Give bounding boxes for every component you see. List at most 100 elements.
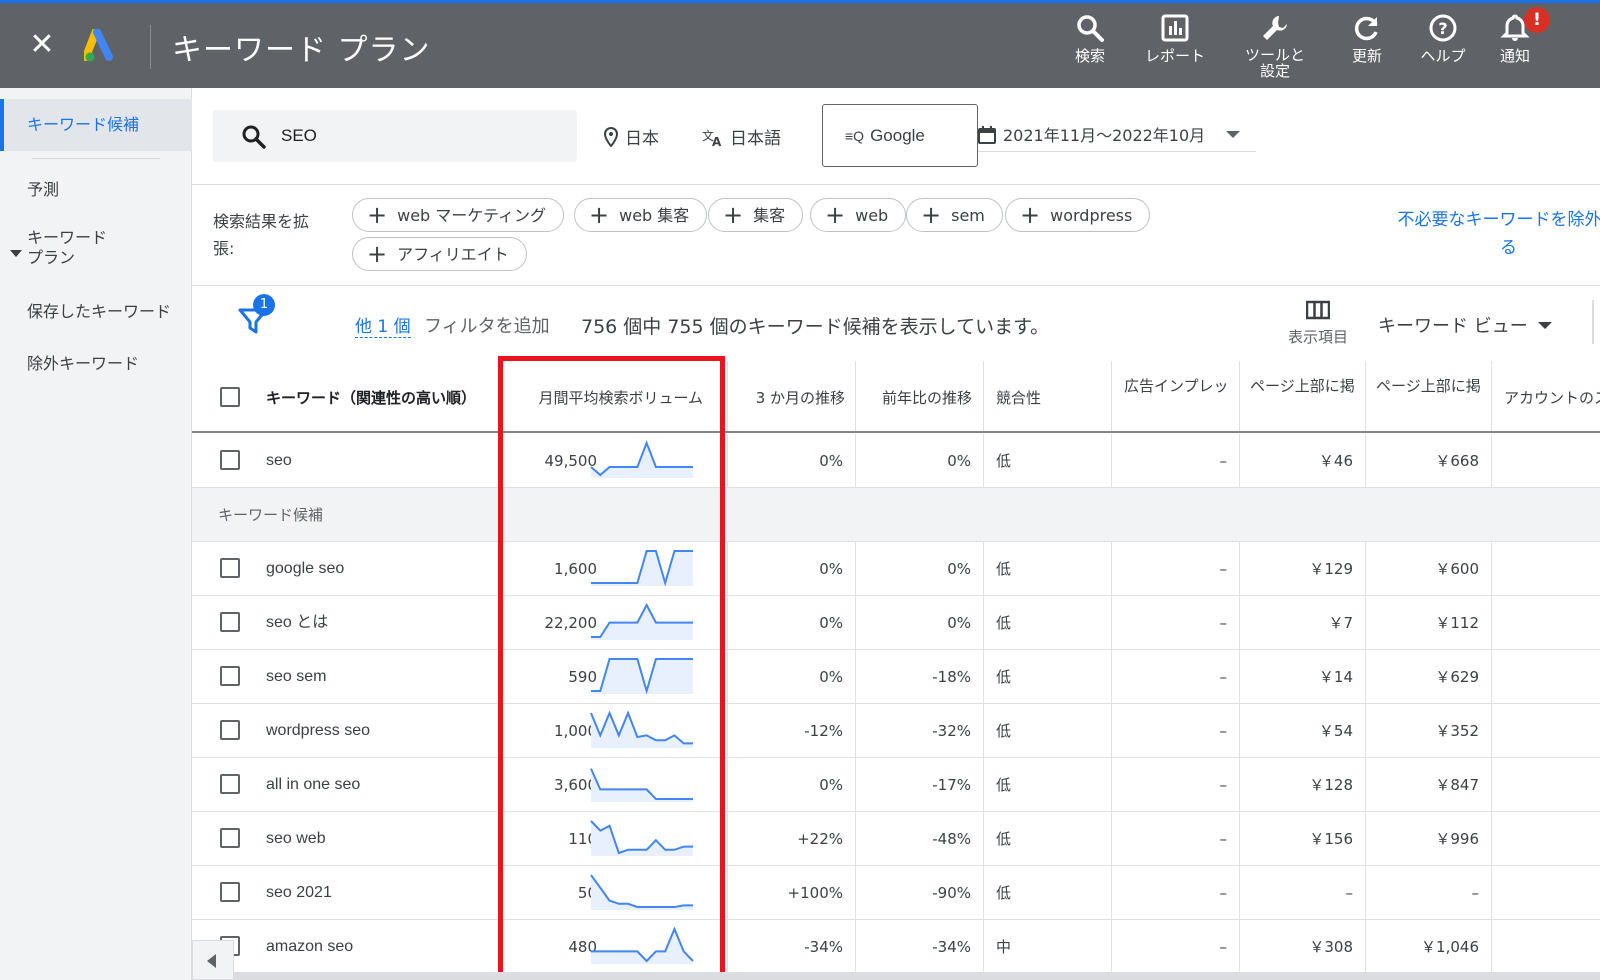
- keyword-text: seo web: [266, 830, 326, 847]
- cell-keyword: amazon seo: [192, 920, 500, 974]
- cell-top-high: ￥668: [1366, 434, 1492, 488]
- keyword-view-selector[interactable]: キーワード ビュー: [1378, 312, 1552, 338]
- header-yoy[interactable]: 前年比の推移: [856, 361, 984, 432]
- broaden-chip[interactable]: + web 集客: [574, 198, 708, 232]
- date-range-selector[interactable]: 2021年11月～2022年10月: [978, 120, 1256, 152]
- header-impression-share[interactable]: 広告インプレッ: [1112, 361, 1240, 432]
- impression-value: –: [1219, 452, 1228, 470]
- header-keyword[interactable]: キーワード（関連性の高い順）: [192, 361, 500, 432]
- broaden-search-label: 検索結果を拡張:: [213, 212, 310, 258]
- top-low-value: ￥129: [1309, 560, 1353, 578]
- header-volume[interactable]: 月間平均検索ボリューム: [500, 361, 728, 432]
- keyword-text: all in one seo: [266, 776, 361, 793]
- google-ads-logo: [84, 29, 113, 62]
- exclude-keywords-link[interactable]: 不必要なキーワードを除外す る: [1388, 206, 1600, 262]
- other-filters-link[interactable]: 他 1 個: [355, 312, 411, 338]
- keyword-search-input[interactable]: [281, 122, 561, 150]
- table-row[interactable]: all in one seo 3,600 0% -17% 低 – ￥128 ￥847: [192, 758, 1600, 812]
- cell-volume: 110: [500, 812, 728, 866]
- sidebar-item-keyword-plan[interactable]: キーワード: [0, 228, 192, 248]
- cell-volume: 1,000: [500, 704, 728, 758]
- row-checkbox[interactable]: [220, 774, 240, 794]
- cell-top-high: ￥1,046: [1366, 920, 1492, 974]
- search-network-selector[interactable]: ≡Q Google: [822, 104, 978, 167]
- top-high-value: ￥1,046: [1421, 938, 1479, 956]
- row-checkbox[interactable]: [220, 558, 240, 578]
- table-row[interactable]: seo web 110 +22% -48% 低 – ￥156 ￥996: [192, 812, 1600, 866]
- add-filter-button[interactable]: フィルタを追加: [424, 312, 550, 338]
- table-row[interactable]: seo 2021 50 +100% -90% 低 – – –: [192, 866, 1600, 920]
- header-notification-button[interactable]: ! 通知: [1470, 7, 1560, 65]
- divider: [192, 184, 1600, 185]
- cell-competition: 低: [984, 758, 1112, 812]
- language-selector[interactable]: 文A 日本語: [702, 124, 781, 150]
- top-high-value: ￥629: [1435, 668, 1479, 686]
- close-icon[interactable]: ✕: [26, 29, 58, 61]
- competition-value: 低: [996, 614, 1012, 632]
- keyword-table: キーワード（関連性の高い順） 月間平均検索ボリューム 3 か月の推移 前年比の推…: [192, 361, 1600, 974]
- header-top-bid-low[interactable]: ページ上部に掲: [1240, 361, 1366, 432]
- header-three-month[interactable]: 3 か月の推移: [728, 361, 856, 432]
- broaden-chip[interactable]: + sem: [906, 198, 1003, 232]
- cell-account: [1492, 704, 1600, 758]
- competition-value: 低: [996, 560, 1012, 578]
- row-checkbox[interactable]: [220, 450, 240, 470]
- keyword-text: google seo: [266, 560, 345, 577]
- horizontal-scrollbar[interactable]: [234, 972, 1600, 980]
- table-row[interactable]: seo sem 590 0% -18% 低 – ￥14 ￥629: [192, 650, 1600, 704]
- broaden-chip[interactable]: + web: [810, 198, 907, 232]
- broaden-chip[interactable]: + wordpress: [1005, 198, 1151, 232]
- cell-top-low: ￥7: [1240, 596, 1366, 650]
- header-search-button[interactable]: 検索: [1045, 13, 1135, 65]
- trend-area: [591, 768, 693, 802]
- group-header-row: キーワード候補: [192, 488, 1600, 542]
- header-tools-button[interactable]: ツールと 設定: [1230, 13, 1320, 79]
- top-app-bar: ✕ キーワード プラン 検索 レポート ツールと 設定 更新 ? ヘルプ ! 通…: [0, 0, 1600, 88]
- cell-keyword: all in one seo: [192, 758, 500, 812]
- header-top-bid-high[interactable]: ページ上部に掲: [1366, 361, 1492, 432]
- location-selector[interactable]: 日本: [603, 124, 659, 149]
- sidebar-item-keyword-plan-line2[interactable]: プラン: [0, 248, 192, 268]
- cell-top-low: ￥156: [1240, 812, 1366, 866]
- cell-impression: –: [1112, 704, 1240, 758]
- cell-top-high: ￥629: [1366, 650, 1492, 704]
- row-checkbox[interactable]: [220, 882, 240, 902]
- sidebar-item-forecast[interactable]: 予測: [0, 178, 192, 202]
- row-checkbox[interactable]: [220, 720, 240, 740]
- cell-top-low: ￥129: [1240, 542, 1366, 596]
- columns-button[interactable]: 表示項目: [1280, 300, 1356, 347]
- broaden-chip[interactable]: + web マーケティング: [352, 198, 565, 232]
- sidebar-item-negative-keywords[interactable]: 除外キーワード: [0, 352, 192, 376]
- table-row[interactable]: seo とは 22,200 0% 0% 低 – ￥7 ￥112: [192, 596, 1600, 650]
- table-row[interactable]: wordpress seo 1,000 -12% -32% 低 – ￥54 ￥352: [192, 704, 1600, 758]
- broaden-chip[interactable]: + 集客: [708, 198, 804, 232]
- header-report-button[interactable]: レポート: [1130, 13, 1220, 65]
- row-checkbox[interactable]: [220, 828, 240, 848]
- header-competition[interactable]: 競合性: [984, 361, 1112, 432]
- cell-top-low: ￥128: [1240, 758, 1366, 812]
- plus-icon: +: [921, 201, 942, 229]
- sidebar-item-keyword-ideas[interactable]: キーワード候補: [0, 99, 192, 151]
- network-filter-icon: ≡Q: [845, 128, 865, 144]
- chip-label: web 集客: [619, 206, 690, 225]
- broaden-chip[interactable]: + アフィリエイト: [352, 237, 527, 271]
- scroll-left-button[interactable]: [192, 940, 234, 980]
- keyword-search-box[interactable]: [213, 110, 577, 162]
- row-checkbox[interactable]: [220, 612, 240, 632]
- row-checkbox[interactable]: [220, 666, 240, 686]
- table-row[interactable]: seo 49,500 0% 0% 低 – ￥46 ￥668: [192, 434, 1600, 488]
- header-account-status[interactable]: アカウントのステ: [1492, 361, 1600, 432]
- table-row[interactable]: google seo 1,600 0% 0% 低 – ￥129 ￥600: [192, 542, 1600, 596]
- help-icon: ?: [1429, 14, 1457, 42]
- table-row[interactable]: amazon seo 480 -34% -34% 中 – ￥308 ￥1,046: [192, 920, 1600, 974]
- header-top-low-label: ページ上部に掲: [1250, 377, 1355, 395]
- three-month-value: 0%: [819, 614, 843, 632]
- cell-competition: 低: [984, 434, 1112, 488]
- sidebar-item-saved-keywords[interactable]: 保存したキーワード: [0, 300, 192, 324]
- chevron-left-icon: [207, 954, 216, 968]
- cell-impression: –: [1112, 650, 1240, 704]
- header-account-label: アカウントのステ: [1504, 389, 1600, 407]
- competition-value: 低: [996, 884, 1012, 902]
- cell-three-month: +22%: [728, 812, 856, 866]
- select-all-checkbox[interactable]: [220, 387, 240, 407]
